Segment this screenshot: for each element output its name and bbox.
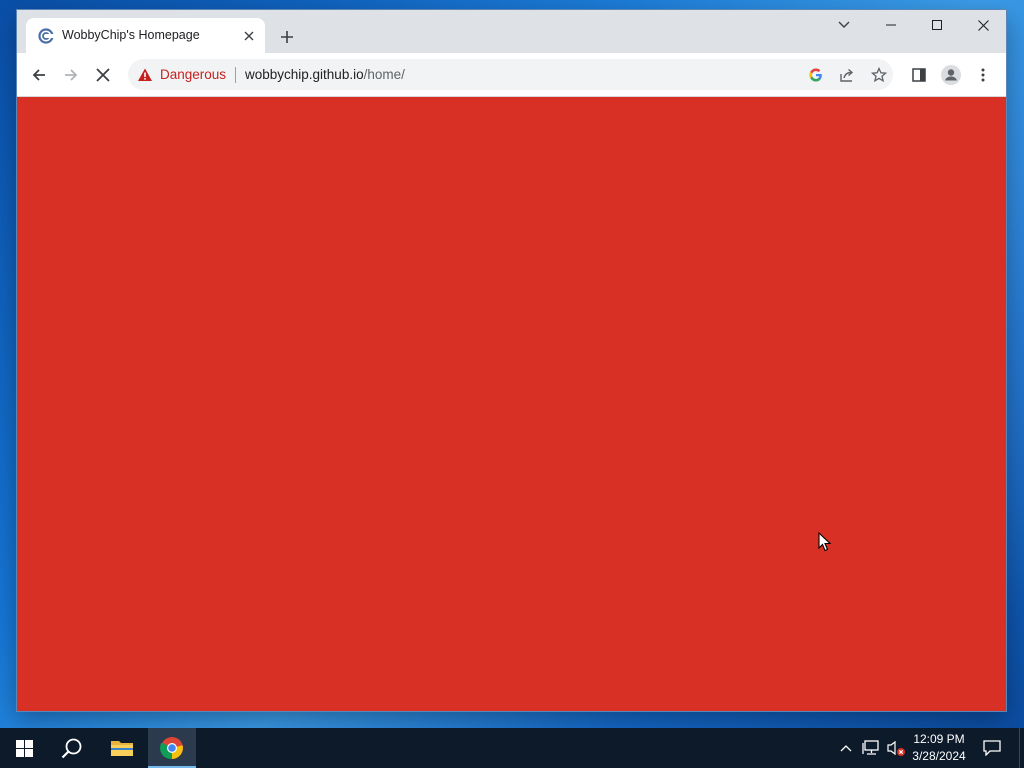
notification-icon[interactable] <box>979 728 1005 768</box>
close-window-button[interactable] <box>960 10 1006 40</box>
url-host: wobbychip.github.io <box>245 67 364 82</box>
chrome-window: WobbyChip's Homepage Dangerous wobbychip… <box>17 10 1006 711</box>
file-explorer-icon[interactable] <box>98 728 146 768</box>
stop-loading-button[interactable] <box>88 60 118 90</box>
share-icon[interactable] <box>835 63 859 87</box>
tab-close-icon[interactable] <box>240 27 258 45</box>
google-chrome-icon[interactable] <box>148 728 196 768</box>
chevron-up-icon[interactable] <box>836 728 856 768</box>
warning-triangle-icon[interactable] <box>137 67 153 83</box>
maximize-button[interactable] <box>914 10 960 40</box>
tab-strip: WobbyChip's Homepage <box>17 10 1006 53</box>
mouse-cursor-icon <box>818 531 832 557</box>
tab-search-chevron-icon[interactable] <box>821 10 867 40</box>
google-g-icon[interactable] <box>804 63 828 87</box>
show-desktop-button[interactable] <box>1019 728 1024 768</box>
back-button[interactable] <box>24 60 54 90</box>
page-content-red[interactable] <box>17 97 1006 711</box>
address-bar[interactable]: Dangerous wobbychip.github.io/home/ <box>128 59 893 90</box>
windows-start-icon[interactable] <box>0 728 48 768</box>
tab-title: WobbyChip's Homepage <box>62 28 200 42</box>
url-path: /home/ <box>363 67 405 82</box>
clock-date: 3/28/2024 <box>912 749 966 763</box>
side-panel-icon[interactable] <box>904 60 934 90</box>
profile-avatar-icon[interactable] <box>936 60 966 90</box>
kebab-menu-icon[interactable] <box>968 60 998 90</box>
minimize-button[interactable] <box>868 10 914 40</box>
security-status-label[interactable]: Dangerous <box>160 67 226 82</box>
search-icon[interactable] <box>48 728 96 768</box>
taskbar: 12:09 PM 3/28/2024 <box>0 728 1024 768</box>
site-favicon-icon <box>38 28 54 44</box>
bookmark-star-icon[interactable] <box>867 63 891 87</box>
network-icon[interactable] <box>860 728 882 768</box>
clock-time: 12:09 PM <box>913 732 965 746</box>
omnibox-divider <box>235 67 236 83</box>
taskbar-clock[interactable]: 12:09 PM 3/28/2024 <box>905 731 973 767</box>
url-text[interactable]: wobbychip.github.io/home/ <box>245 67 405 82</box>
browser-toolbar: Dangerous wobbychip.github.io/home/ <box>17 53 1006 97</box>
forward-button[interactable] <box>56 60 86 90</box>
tab-active[interactable]: WobbyChip's Homepage <box>26 18 265 53</box>
new-tab-button[interactable] <box>275 25 299 49</box>
